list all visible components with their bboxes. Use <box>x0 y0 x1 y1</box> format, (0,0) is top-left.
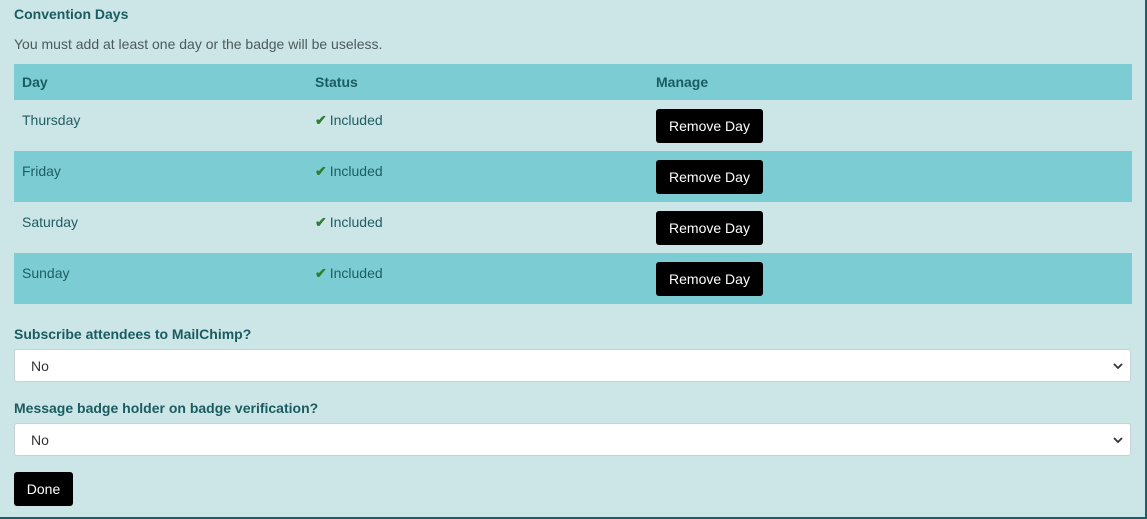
chevron-down-icon <box>1113 437 1123 444</box>
remove-day-button[interactable]: Remove Day <box>656 211 763 245</box>
hint-text: You must add at least one day or the bad… <box>14 36 383 52</box>
verification-label: Message badge holder on badge verificati… <box>14 400 319 416</box>
checkmark-icon: ✔ <box>315 163 327 179</box>
table-row: Sunday ✔ Included Remove Day <box>14 253 1132 304</box>
status-cell: ✔ Included <box>307 100 648 151</box>
remove-day-button[interactable]: Remove Day <box>656 262 763 296</box>
remove-day-button[interactable]: Remove Day <box>656 109 763 143</box>
table-row: Thursday ✔ Included Remove Day <box>14 100 1132 151</box>
mailchimp-select[interactable]: No <box>14 349 1131 382</box>
day-cell: Thursday <box>22 112 81 128</box>
manage-cell: Remove Day <box>648 151 1132 202</box>
checkmark-icon: ✔ <box>315 265 327 281</box>
day-cell: Friday <box>14 151 307 202</box>
day-cell: Sunday <box>14 253 307 304</box>
mailchimp-label: Subscribe attendees to MailChimp? <box>14 326 252 342</box>
checkmark-icon: ✔ <box>315 112 327 128</box>
verification-select-value: No <box>31 432 49 448</box>
column-header-manage: Manage <box>648 64 1132 100</box>
chevron-down-icon <box>1113 363 1123 370</box>
remove-day-button[interactable]: Remove Day <box>656 160 763 194</box>
days-table: Day Status Manage Thursday ✔ Included Rem… <box>14 64 1132 304</box>
status-text: Included <box>329 265 383 281</box>
manage-cell: Remove Day <box>648 100 1132 151</box>
table-header-row: Day Status Manage <box>14 64 1132 100</box>
status-cell: ✔ Included <box>307 151 648 202</box>
section-title: Convention Days <box>14 6 129 22</box>
table-row: Saturday ✔ Included Remove Day <box>14 202 1132 253</box>
manage-cell: Remove Day <box>648 253 1132 304</box>
status-cell: ✔ Included <box>307 202 648 253</box>
done-button[interactable]: Done <box>14 472 73 506</box>
verification-select[interactable]: No <box>14 423 1131 456</box>
mailchimp-select-value: No <box>31 358 49 374</box>
column-header-day: Day <box>14 64 307 100</box>
column-header-status: Status <box>307 64 648 100</box>
status-text: Included <box>329 214 383 230</box>
table-row: Friday ✔ Included Remove Day <box>14 151 1132 202</box>
status-text: Included <box>329 112 383 128</box>
day-cell: Saturday <box>22 214 79 230</box>
manage-cell: Remove Day <box>648 202 1132 253</box>
checkmark-icon: ✔ <box>315 214 327 230</box>
status-cell: ✔ Included <box>307 253 648 304</box>
status-text: Included <box>329 163 383 179</box>
